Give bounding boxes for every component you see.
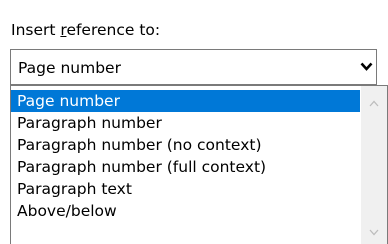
listbox-scrollbar[interactable] (361, 86, 387, 244)
list-item-paragraph-number-no-context[interactable]: Paragraph number (no context) (11, 134, 360, 156)
scroll-down-button[interactable] (361, 223, 387, 243)
reference-type-listbox[interactable]: Page number Paragraph number Paragraph n… (10, 85, 388, 244)
combobox-selected-value: Page number (18, 59, 121, 77)
insert-reference-label: Insert reference to: (11, 20, 160, 40)
reference-type-combobox[interactable]: Page number (10, 49, 377, 85)
list-item-paragraph-number-full-context[interactable]: Paragraph number (full context) (11, 156, 360, 178)
list-item-paragraph-number[interactable]: Paragraph number (11, 112, 360, 134)
listbox-items: Page number Paragraph number Paragraph n… (11, 90, 360, 222)
chevron-up-icon (369, 100, 379, 107)
chevron-down-icon (369, 229, 379, 236)
scroll-up-button[interactable] (361, 94, 387, 114)
list-item-above-below[interactable]: Above/below (11, 200, 360, 222)
list-item-paragraph-text[interactable]: Paragraph text (11, 178, 360, 200)
chevron-down-icon (360, 62, 373, 71)
dropdown-toggle-button[interactable] (356, 50, 376, 84)
label-text-after: eference to: (66, 21, 161, 39)
label-text-before: Insert (11, 21, 61, 39)
reference-type-dialog-section: Insert reference to: Page number Page nu… (0, 0, 388, 244)
list-item-page-number[interactable]: Page number (11, 90, 360, 112)
